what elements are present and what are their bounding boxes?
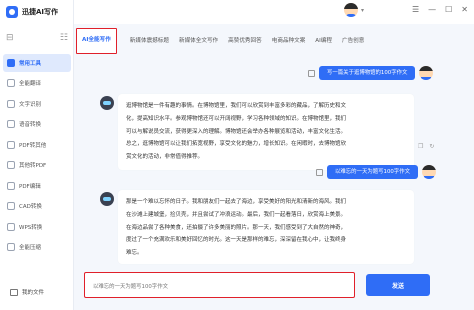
sidebar-item-label: 文字识别 [19, 101, 42, 108]
sidebar-item-label: 常用工具 [19, 60, 42, 67]
wps-icon [7, 222, 15, 231]
bot-message-line: 化，提高知识水平。参观博物馆还可以开阔视野，学习各种领域的知识。在博物馆里，我们 [126, 115, 347, 122]
tab-bar: AI全能写作 新媒体震撼标题 新媒体全文写作 高赞优秀回答 电商品种文案 AI编… [76, 28, 474, 54]
bot-message: 逛博物馆是一件有趣的事情。在博物馆里，我们可以欣赏到丰富多彩的藏品，了解历史和文… [118, 94, 414, 170]
sidebar-item-label: 全能翻译 [19, 81, 42, 88]
sidebar-item-label: 语音转换 [19, 122, 42, 129]
bot-message-line: 难忘。 [126, 250, 143, 257]
sidebar-item-compress[interactable]: 全能压缩 [3, 239, 71, 257]
sidebar-item-cad[interactable]: CAD转换 [3, 198, 71, 216]
bot-message-actions: ❐ ↻ [418, 143, 434, 150]
avatar [419, 66, 434, 80]
close-icon[interactable]: ✕ [461, 5, 468, 15]
sidebar-item-pdf-to-other[interactable]: PDF转其他 [3, 136, 71, 154]
ocr-icon [7, 99, 15, 108]
sidebar-item-wps[interactable]: WPS转换 [3, 218, 71, 236]
bot-avatar-icon [100, 96, 114, 110]
bot-message-line: 度过了一个充满欢乐和美好回忆的时光。这一天是那样的难忘，深深留在我心中，让我终身 [126, 237, 347, 244]
menu-icon[interactable]: ☰ [412, 5, 419, 15]
sidebar-item-label: 其他转PDF [19, 163, 47, 170]
tab-top-answers[interactable]: 高赞优秀回答 [223, 28, 267, 54]
maximize-icon[interactable]: ☐ [445, 5, 452, 15]
sidebar: 迅捷AI写作 ⊟ ☷ 常用工具 全能翻译 文字识别 语音转换 PDF转其他 其他… [0, 0, 74, 310]
app-name: 迅捷AI写作 [22, 8, 59, 16]
refresh-icon[interactable]: ↻ [429, 143, 434, 150]
tab-media-title[interactable]: 新媒体震撼标题 [125, 28, 174, 54]
window-controls: ☰ — ☐ ✕ [412, 5, 468, 15]
tab-ad-creative[interactable]: 广告创意 [337, 28, 369, 54]
bot-message-line: 逛博物馆是一件有趣的事情。在博物馆里，我们可以欣赏到丰富多彩的藏品，了解历史和文 [126, 103, 347, 109]
user-message-bubble: 以难忘的一天为题写100字作文 [327, 165, 418, 179]
collapse-icon[interactable]: ⊟ [6, 31, 14, 45]
user-message: 写一篇关于逛博物馆的100字作文 [308, 66, 434, 80]
sidebar-item-label: CAD转换 [19, 204, 42, 211]
tab-media-fulltext[interactable]: 新媒体全文写作 [174, 28, 223, 54]
sidebar-item-voice[interactable]: 语音转换 [3, 116, 71, 134]
user-message-bubble: 写一篇关于逛博物馆的100字作文 [319, 66, 416, 80]
bot-avatar-icon [100, 192, 114, 206]
prompt-input-box [84, 272, 355, 299]
title-bar: ▾ ☰ — ☐ ✕ [74, 0, 474, 24]
sidebar-item-other-to-pdf[interactable]: 其他转PDF [3, 157, 71, 175]
tab-ai-writing[interactable]: AI全能写作 [76, 28, 117, 54]
sidebar-item-my-files[interactable]: 我的文件 [6, 284, 66, 300]
brand: 迅捷AI写作 [6, 4, 58, 20]
file-convert-icon [7, 161, 15, 170]
bot-message-line: 在海边品尝了各种美食，还拍摄了许多美丽的照片。那一天，我们感受到了大自然的神奇， [126, 224, 347, 231]
bot-message-line: 那是一个难以忘怀的日子。我和朋友们一起去了海边，享受美好的阳光和清新的海风。我们 [126, 199, 347, 205]
sidebar-item-label: 全能压缩 [19, 245, 42, 252]
bot-message-line: 在沙滩上建城堡，捡贝壳，并且尝试了冲浪运动。最后，我们一起看落日，欣赏海上美景。 [126, 211, 347, 218]
bot-message: 那是一个难以忘怀的日子。我和朋友们一起去了海边，享受美好的阳光和清新的海风。我们… [118, 190, 414, 264]
pdf-icon [7, 140, 15, 149]
sidebar-nav: 常用工具 全能翻译 文字识别 语音转换 PDF转其他 其他转PDF PDF编辑 … [3, 54, 71, 259]
cad-icon [7, 202, 15, 211]
sidebar-item-common-tools[interactable]: 常用工具 [3, 54, 71, 72]
copy-icon[interactable]: ❐ [418, 143, 423, 150]
sidebar-item-pdf-edit[interactable]: PDF编辑 [3, 177, 71, 195]
sidebar-item-label: PDF编辑 [19, 183, 41, 190]
minimize-icon[interactable]: — [428, 5, 436, 15]
chat-area[interactable]: 写一篇关于逛博物馆的100字作文 逛博物馆是一件有趣的事情。在博物馆里，我们可以… [76, 58, 470, 264]
tab-ai-coding[interactable]: AI编程 [310, 28, 337, 54]
pdf-edit-icon [7, 181, 15, 190]
avatar [344, 3, 358, 17]
user-message: 以难忘的一天为题写100字作文 [316, 165, 436, 179]
avatar [421, 165, 436, 179]
sidebar-item-translate[interactable]: 全能翻译 [3, 75, 71, 93]
user-menu[interactable]: ▾ [344, 3, 364, 17]
copy-icon[interactable] [308, 69, 315, 77]
prompt-input[interactable] [85, 275, 354, 299]
copy-icon[interactable] [316, 168, 323, 176]
sidebar-item-label: 我的文件 [22, 290, 45, 296]
app-window: 迅捷AI写作 ⊟ ☷ 常用工具 全能翻译 文字识别 语音转换 PDF转其他 其他… [0, 0, 474, 310]
bot-message-line: 总之，逛博物馆可以让我们拓宽视野，享受文化的魅力，增长知识。在闲暇时，去博物馆欣 [126, 141, 347, 148]
app-logo-icon [6, 6, 18, 18]
chevron-down-icon: ▾ [361, 6, 365, 14]
bot-message-line: 赏文化的活动，非常值得推荐。 [126, 154, 204, 161]
folder-icon [10, 288, 18, 296]
sidebar-item-label: WPS转换 [19, 224, 43, 231]
grid-icon[interactable]: ☷ [60, 31, 68, 45]
translate-icon [7, 79, 15, 88]
sidebar-controls: ⊟ ☷ [6, 31, 68, 45]
tab-ecommerce-copy[interactable]: 电商品种文案 [267, 28, 311, 54]
sidebar-item-ocr[interactable]: 文字识别 [3, 95, 71, 113]
voice-icon [7, 120, 15, 129]
compress-icon [7, 243, 15, 252]
toolbox-icon [7, 58, 15, 67]
sidebar-item-label: PDF转其他 [19, 142, 47, 149]
bot-message-line: 可以与解说员交流，获得更深入的理解。博物馆还会举办各种展览和活动，丰富文化生活。 [126, 128, 347, 135]
send-button[interactable]: 发送 [366, 274, 430, 296]
